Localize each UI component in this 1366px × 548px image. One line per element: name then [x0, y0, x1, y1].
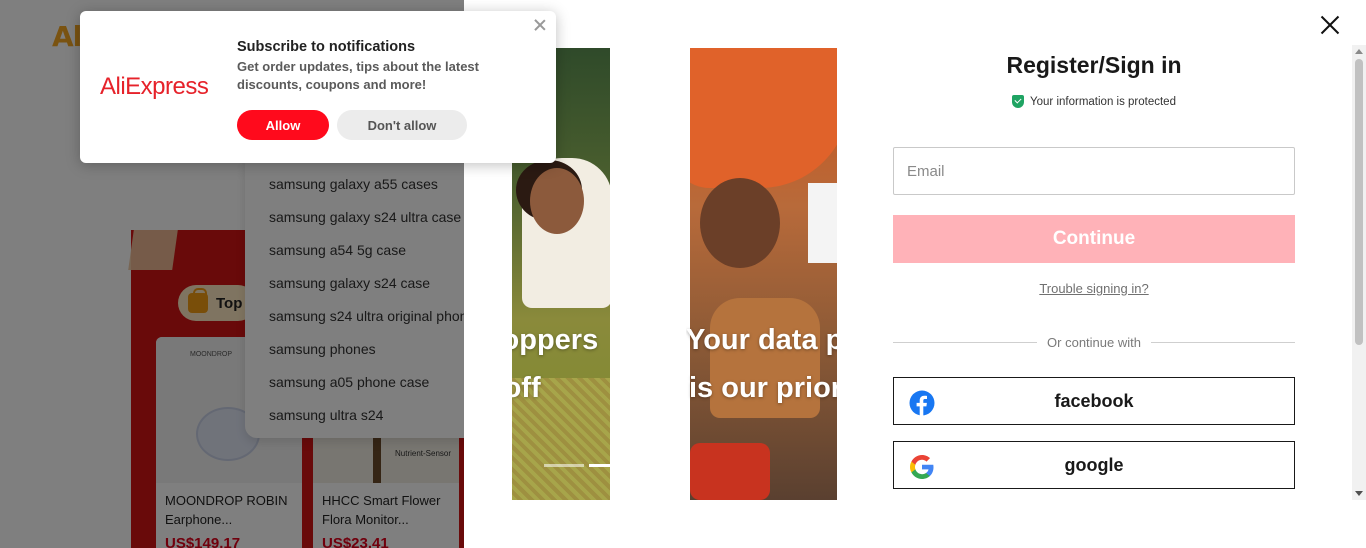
scroll-up-arrow[interactable]	[1355, 49, 1363, 54]
facebook-login-button[interactable]: facebook	[893, 377, 1295, 425]
close-icon[interactable]	[1319, 14, 1341, 36]
slide-dot-active[interactable]	[589, 464, 610, 467]
aliexpress-logo: AliExpress	[100, 73, 209, 100]
slide-subline: get up to 70% off	[512, 372, 541, 404]
slide-text-clip: Your data protection is our priority	[686, 48, 837, 500]
signin-title: Register/Sign in	[1006, 52, 1182, 78]
scrollbar-thumb[interactable]	[1355, 59, 1363, 345]
dont-allow-button[interactable]: Don't allow	[337, 110, 467, 140]
scroll-down-arrow[interactable]	[1355, 491, 1363, 496]
google-login-button[interactable]: google	[893, 441, 1295, 489]
divider-line	[1150, 341, 1295, 343]
shield-check-icon	[1012, 95, 1025, 108]
modal-scrollbar[interactable]	[1352, 45, 1366, 500]
slide-headline: Your data protection	[686, 324, 837, 356]
signin-modal: New shoppers get up to 70% off Your data…	[464, 0, 1366, 548]
slide-headline: New shoppers	[512, 324, 599, 356]
divider-text: Or continue with	[1047, 334, 1141, 350]
or-divider: Or continue with	[893, 333, 1295, 351]
close-icon[interactable]	[534, 19, 546, 31]
continue-button[interactable]: Continue	[893, 215, 1295, 263]
slide-subline: is our priority	[689, 372, 837, 404]
protected-notice: Your information is protected	[893, 95, 1295, 108]
slide-indicator	[544, 464, 610, 467]
google-icon	[910, 455, 934, 479]
notification-popup: AliExpress Subscribe to notifications Ge…	[80, 11, 556, 163]
trouble-signing-in-link[interactable]: Trouble signing in?	[893, 281, 1295, 296]
divider-line	[893, 341, 1038, 343]
protected-text: Your information is protected	[1030, 95, 1176, 108]
allow-button[interactable]: Allow	[237, 110, 329, 140]
google-label: google	[1064, 454, 1124, 475]
email-field[interactable]	[893, 147, 1295, 195]
notification-text: Get order updates, tips about the latest…	[237, 59, 479, 92]
facebook-label: facebook	[1054, 390, 1134, 411]
slide-dot[interactable]	[544, 464, 584, 467]
facebook-icon	[909, 390, 935, 416]
notification-title: Subscribe to notifications	[237, 39, 416, 55]
